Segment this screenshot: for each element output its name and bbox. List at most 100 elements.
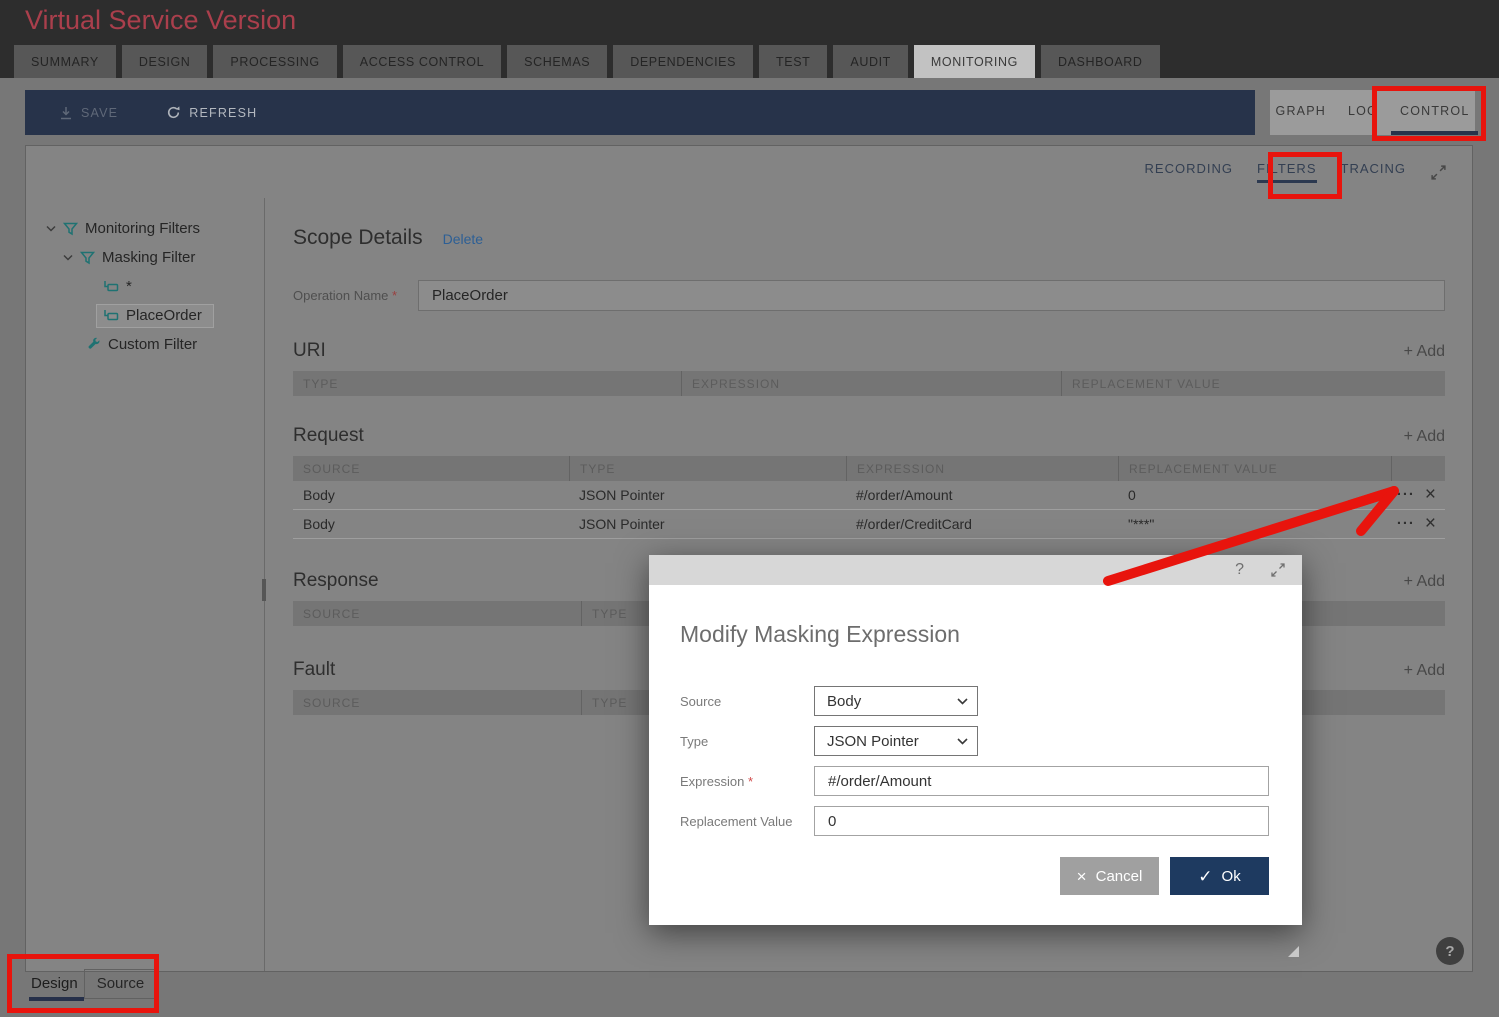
expand-panel-icon[interactable] [1430, 164, 1447, 181]
cell-expression: #/order/Amount [846, 487, 1118, 503]
replacement-value-label: Replacement Value [680, 814, 814, 829]
delete-link[interactable]: Delete [443, 231, 483, 247]
dialog-expand-icon[interactable] [1270, 562, 1286, 578]
help-button[interactable]: ? [1436, 937, 1464, 965]
tree-item-wildcard-operation[interactable]: * [26, 272, 264, 301]
page: Virtual Service Version SUMMARY DESIGN P… [0, 0, 1499, 1017]
tree-item-placeorder: PlaceOrder [26, 301, 264, 330]
view-tab-log[interactable]: LOG [1339, 90, 1387, 135]
uri-table-header: TYPE EXPRESSION REPLACEMENT VALUE [293, 371, 1445, 396]
tab-design[interactable]: DESIGN [122, 45, 208, 78]
save-label: SAVE [81, 106, 118, 120]
tree-item-custom-filter[interactable]: Custom Filter [26, 330, 264, 359]
tab-dependencies[interactable]: DEPENDENCIES [613, 45, 753, 78]
column-header: SOURCE [293, 456, 569, 481]
operation-name-input[interactable] [418, 280, 1445, 311]
expression-label: Expression * [680, 774, 814, 789]
tree-item-monitoring-filters[interactable]: Monitoring Filters [26, 214, 264, 243]
delete-row-icon[interactable]: × [1425, 516, 1436, 532]
column-header: EXPRESSION [846, 456, 1118, 481]
type-select-value: JSON Pointer [827, 733, 919, 750]
edit-row-icon[interactable]: ··· [1397, 519, 1415, 529]
tree-item-label: Monitoring Filters [85, 220, 200, 237]
chevron-down-icon[interactable] [46, 224, 56, 233]
edit-row-icon[interactable]: ··· [1397, 490, 1415, 500]
tab-schemas[interactable]: SCHEMAS [507, 45, 607, 78]
tab-test[interactable]: TEST [759, 45, 827, 78]
cell-source: Body [293, 487, 569, 503]
main-tab-bar: SUMMARY DESIGN PROCESSING ACCESS CONTROL… [14, 45, 1160, 78]
tab-monitoring[interactable]: MONITORING [914, 45, 1035, 78]
tree-item-label: Custom Filter [108, 336, 197, 353]
tab-access-control[interactable]: ACCESS CONTROL [343, 45, 501, 78]
tab-source[interactable]: Source [84, 969, 158, 999]
dialog-body: Modify Masking Expression Source Body Ty… [649, 620, 1302, 960]
replacement-value-input[interactable] [814, 806, 1269, 836]
request-section: Request + Add SOURCE TYPE EXPRESSION REP… [293, 425, 1445, 539]
tab-audit[interactable]: AUDIT [833, 45, 908, 78]
refresh-button[interactable]: REFRESH [166, 105, 257, 120]
refresh-icon [166, 105, 181, 120]
cell-source: Body [293, 516, 569, 532]
tree-item-masking-filter[interactable]: Masking Filter [26, 243, 264, 272]
column-header: TYPE [569, 456, 846, 481]
action-toolbar: SAVE REFRESH [25, 90, 1255, 135]
column-header: SOURCE [293, 690, 581, 715]
column-header: SOURCE [293, 601, 581, 626]
view-tab-control[interactable]: CONTROL [1391, 90, 1479, 135]
tree-item-placeorder-selected[interactable]: PlaceOrder [96, 304, 214, 328]
required-marker: * [748, 774, 753, 789]
monitor-tab-tracing[interactable]: TRACING [1341, 161, 1407, 183]
ok-button[interactable]: ✓ Ok [1170, 857, 1269, 895]
tab-design[interactable]: Design [29, 969, 84, 1001]
chevron-down-icon [957, 738, 968, 745]
cancel-label: Cancel [1096, 868, 1143, 885]
column-header: REPLACEMENT VALUE [1118, 456, 1391, 481]
type-label: Type [680, 734, 814, 749]
expression-input[interactable] [814, 766, 1269, 796]
tab-processing[interactable]: PROCESSING [213, 45, 336, 78]
filter-icon [80, 251, 95, 265]
cell-replacement: "***" [1118, 516, 1391, 532]
tab-dashboard[interactable]: DASHBOARD [1041, 45, 1160, 78]
cell-type: JSON Pointer [569, 487, 846, 503]
monitor-tab-filters[interactable]: FILTERS [1257, 161, 1317, 183]
filter-tree: Monitoring Filters Masking Filter * [26, 198, 264, 971]
cell-replacement: 0 [1118, 487, 1391, 503]
fault-add-button[interactable]: + Add [1404, 662, 1445, 680]
table-row[interactable]: Body JSON Pointer #/order/Amount 0 ··· × [293, 481, 1445, 510]
save-button[interactable]: SAVE [59, 106, 118, 120]
view-tab-graph[interactable]: GRAPH [1267, 90, 1335, 135]
dialog-titlebar[interactable]: ? [649, 555, 1302, 585]
dialog-resize-handle[interactable] [1288, 946, 1299, 957]
chevron-down-icon[interactable] [63, 253, 73, 262]
monitor-tab-recording[interactable]: RECORDING [1145, 161, 1233, 183]
operation-icon [103, 309, 119, 322]
request-add-button[interactable]: + Add [1404, 428, 1445, 446]
monitor-tab-bar: RECORDING FILTERS TRACING [1145, 146, 1472, 198]
cell-type: JSON Pointer [569, 516, 846, 532]
tree-item-label: * [126, 278, 132, 295]
design-source-tabs: Design Source [29, 969, 157, 1001]
cancel-button[interactable]: × Cancel [1060, 857, 1159, 895]
required-marker: * [392, 288, 397, 303]
tab-summary[interactable]: SUMMARY [14, 45, 116, 78]
response-heading: Response [293, 570, 379, 592]
request-heading: Request [293, 425, 364, 447]
table-row[interactable]: Body JSON Pointer #/order/CreditCard "**… [293, 510, 1445, 539]
delete-row-icon[interactable]: × [1425, 487, 1436, 503]
chevron-down-icon [957, 698, 968, 705]
source-select[interactable]: Body [814, 686, 978, 716]
scope-details-heading: Scope Details [293, 226, 423, 250]
operation-name-label: Operation Name * [293, 288, 418, 303]
column-header: TYPE [293, 371, 681, 396]
response-add-button[interactable]: + Add [1404, 573, 1445, 591]
filter-icon [63, 222, 78, 236]
type-select[interactable]: JSON Pointer [814, 726, 978, 756]
source-label: Source [680, 694, 814, 709]
uri-section: URI + Add TYPE EXPRESSION REPLACEMENT VA… [293, 340, 1445, 396]
tree-item-label: PlaceOrder [126, 307, 202, 324]
cell-expression: #/order/CreditCard [846, 516, 1118, 532]
uri-add-button[interactable]: + Add [1404, 343, 1445, 361]
dialog-help-icon[interactable]: ? [1235, 561, 1244, 579]
